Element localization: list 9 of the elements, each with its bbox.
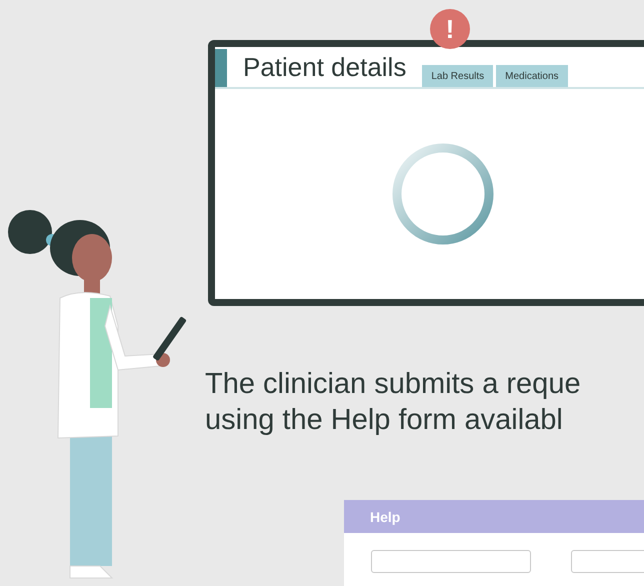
tab-strip [215, 49, 227, 87]
input-field[interactable] [371, 550, 531, 573]
form-title: Help [344, 500, 644, 533]
tab[interactable]: Lab Results [422, 65, 494, 87]
caption-text: The clinician submits a reque [205, 367, 582, 402]
alert-badge: ! [430, 9, 470, 49]
loading-spinner-icon [390, 141, 496, 247]
tab[interactable]: Medications [496, 65, 568, 87]
caption-text: using the Help form availabl [205, 403, 564, 438]
